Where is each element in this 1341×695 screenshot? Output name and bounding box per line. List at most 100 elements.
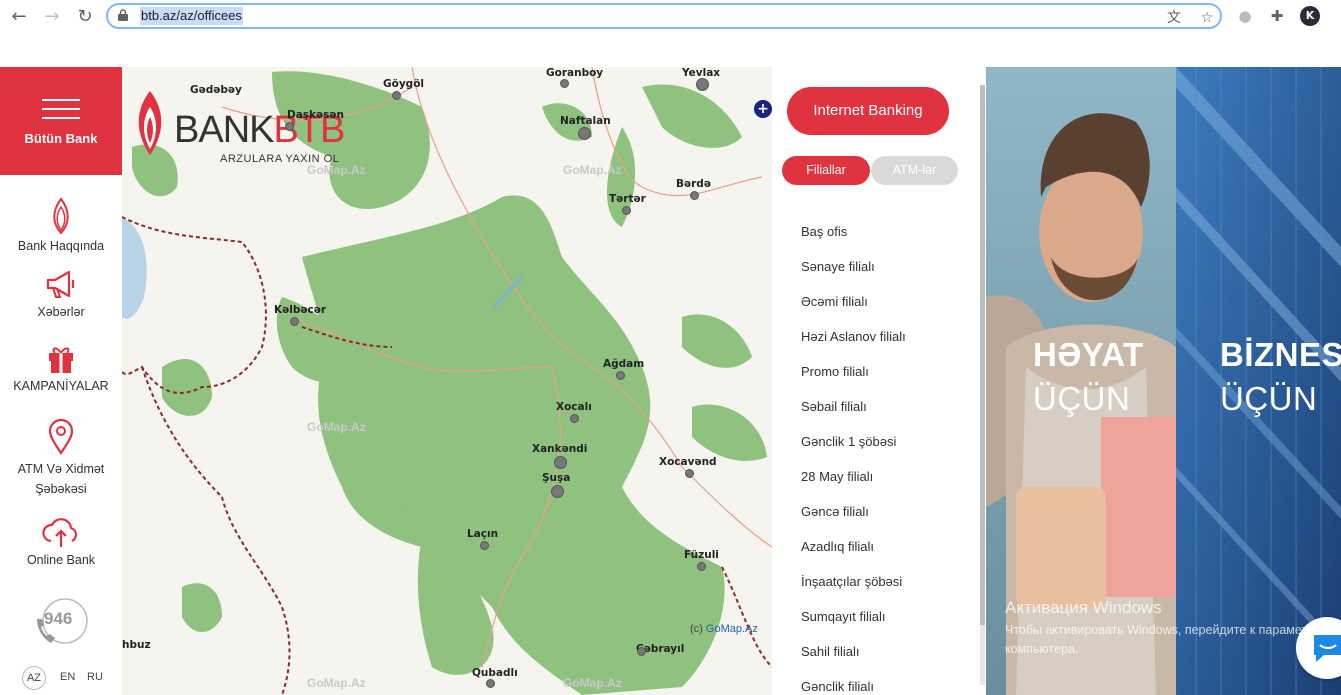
city-marker[interactable] xyxy=(551,485,564,498)
lang-ru[interactable]: RU xyxy=(87,671,103,683)
city-marker[interactable] xyxy=(616,371,625,380)
map-copyright: (c) GoMap.Az xyxy=(690,623,758,635)
branch-list-item[interactable]: Sahil filialı xyxy=(801,644,860,659)
tab-branches[interactable]: Filiallar xyxy=(782,156,870,185)
city-label: Tərtər xyxy=(609,193,646,205)
city-label: hbuz xyxy=(122,639,151,651)
branch-list-item[interactable]: Sənaye filialı xyxy=(801,259,875,274)
sidebar: Bütün Bank Bank Haqqında Xəbərlər KAMPAN… xyxy=(0,67,122,695)
city-marker[interactable] xyxy=(570,414,579,423)
branch-list-item[interactable]: Gəncə filialı xyxy=(801,504,869,519)
location-pin-icon xyxy=(48,419,74,455)
bookmark-star-icon[interactable]: ☆ xyxy=(1198,9,1216,27)
branch-list-item[interactable]: Gənclik filialı xyxy=(801,679,874,694)
city-marker[interactable] xyxy=(622,206,631,215)
map-copyright-link[interactable]: GoMap.Az xyxy=(706,623,758,635)
megaphone-icon xyxy=(46,270,75,298)
profile-avatar[interactable]: K xyxy=(1300,6,1320,26)
hotline-button[interactable]: 946 xyxy=(0,597,122,653)
branch-list-scrollbar[interactable] xyxy=(980,85,985,685)
url-text[interactable]: btb.az/az/officees xyxy=(140,7,243,25)
branch-list-item[interactable]: İnşaatçılar şöbəsi xyxy=(801,574,902,589)
branch-map[interactable]: BANKBTB ARZULARA YAXIN OL Gədəbəy Daşkəs… xyxy=(122,67,772,695)
lock-icon xyxy=(118,9,128,21)
city-label: Xocalı xyxy=(556,401,592,413)
city-label: Goranboy xyxy=(546,67,604,79)
city-label: Gədəbəy xyxy=(190,84,242,96)
city-marker[interactable] xyxy=(697,562,706,571)
city-label: Göygöl xyxy=(383,78,425,90)
city-label: Daşkəsən xyxy=(287,109,345,121)
city-label: Xankəndi xyxy=(532,443,588,455)
lang-az[interactable]: AZ xyxy=(22,666,46,690)
address-bar[interactable]: btb.az/az/officees 文 ☆ xyxy=(106,3,1222,29)
city-marker[interactable] xyxy=(637,647,646,656)
scrollbar-thumb[interactable] xyxy=(980,85,985,625)
city-marker[interactable] xyxy=(560,79,569,88)
internet-banking-button[interactable]: Internet Banking xyxy=(787,87,949,135)
windows-activation-notice: Активация Windows Чтобы активировать Win… xyxy=(1005,598,1330,656)
city-marker[interactable] xyxy=(392,91,401,100)
gift-icon xyxy=(49,347,73,373)
city-label: Qubadlı xyxy=(472,667,518,679)
forward-icon[interactable]: → xyxy=(41,6,63,28)
city-marker[interactable] xyxy=(685,469,694,478)
branch-list-item[interactable]: Əcəmi filialı xyxy=(801,294,868,309)
sidebar-item-campaigns[interactable]: KAMPANİYALAR xyxy=(0,343,122,393)
reload-icon[interactable]: ↻ xyxy=(74,6,96,28)
city-label: Ağdam xyxy=(603,358,645,370)
sidebar-item-label: Online Bank xyxy=(26,553,96,567)
city-marker[interactable] xyxy=(486,679,495,688)
city-label: Kəlbəcər xyxy=(274,304,327,316)
flame-icon xyxy=(53,197,69,235)
map-watermark: GoMap.Az xyxy=(563,163,622,177)
banner-title: HƏYAT ÜÇÜN xyxy=(1033,336,1144,417)
flame-logo-icon xyxy=(138,91,162,155)
chat-bubble-icon xyxy=(1314,635,1341,662)
branch-list-item[interactable]: Azadlıq filialı xyxy=(801,539,874,554)
city-marker[interactable] xyxy=(554,456,567,469)
city-label: Xocavənd xyxy=(659,456,717,468)
map-watermark: GoMap.Az xyxy=(307,163,366,177)
sidebar-item-online-bank[interactable]: Online Bank xyxy=(0,515,122,567)
branch-list-item[interactable]: Baş ofis xyxy=(801,224,847,239)
banner-title: BİZNES ÜÇÜN xyxy=(1220,336,1341,417)
city-label: Laçın xyxy=(467,528,499,540)
map-zoom-in-button[interactable]: + xyxy=(754,100,772,118)
city-marker[interactable] xyxy=(696,78,709,91)
bank-logo[interactable]: BANKBTB ARZULARA YAXIN OL xyxy=(130,87,345,167)
branch-list-item[interactable]: Promo filialı xyxy=(801,364,869,379)
hamburger-icon xyxy=(42,99,80,119)
translate-icon[interactable]: 文 xyxy=(1165,9,1183,27)
city-marker[interactable] xyxy=(578,127,591,140)
city-marker[interactable] xyxy=(285,122,294,131)
city-marker[interactable] xyxy=(690,191,699,200)
branch-list-item[interactable]: Həzi Aslanov filialı xyxy=(801,329,906,344)
sidebar-item-label: ATM Və Xidmət Şəbəkəsi xyxy=(17,462,105,496)
sidebar-item-about[interactable]: Bank Haqqında xyxy=(0,197,122,253)
sidebar-item-atm-network[interactable]: ATM Və Xidmət Şəbəkəsi xyxy=(0,419,122,499)
map-watermark: GoMap.Az xyxy=(307,676,366,690)
sidebar-item-news[interactable]: Xəbərlər xyxy=(0,267,122,319)
branch-list-item[interactable]: Səbail filialı xyxy=(801,399,867,414)
branch-list-item[interactable]: 28 May filialı xyxy=(801,469,873,484)
city-label: Şuşa xyxy=(542,472,571,484)
browser-toolbar: ← → ↻ btb.az/az/officees 文 ☆ ● ✚ K xyxy=(0,0,1341,67)
tab-atms[interactable]: ATM-lər xyxy=(871,156,958,185)
sidebar-item-label: Xəbərlər xyxy=(37,305,85,319)
branch-list-item[interactable]: Gənclik 1 şöbəsi xyxy=(801,434,896,449)
city-marker[interactable] xyxy=(480,541,489,550)
extension-circle-icon[interactable]: ● xyxy=(1236,7,1254,25)
city-marker[interactable] xyxy=(290,317,299,326)
sidebar-item-label: KAMPANİYALAR xyxy=(13,379,109,393)
city-label: Bərdə xyxy=(676,178,711,190)
puzzle-icon[interactable]: ✚ xyxy=(1268,7,1286,25)
lang-en[interactable]: EN xyxy=(60,671,75,683)
all-bank-menu-button[interactable]: Bütün Bank xyxy=(0,67,122,175)
branch-list-item[interactable]: Sumqayıt filialı xyxy=(801,609,886,624)
sidebar-item-label: Bank Haqqında xyxy=(17,239,105,253)
back-icon[interactable]: ← xyxy=(8,6,30,28)
map-watermark: GoMap.Az xyxy=(563,676,622,690)
map-watermark: GoMap.Az xyxy=(307,420,366,434)
city-label: Naftalan xyxy=(560,115,611,127)
